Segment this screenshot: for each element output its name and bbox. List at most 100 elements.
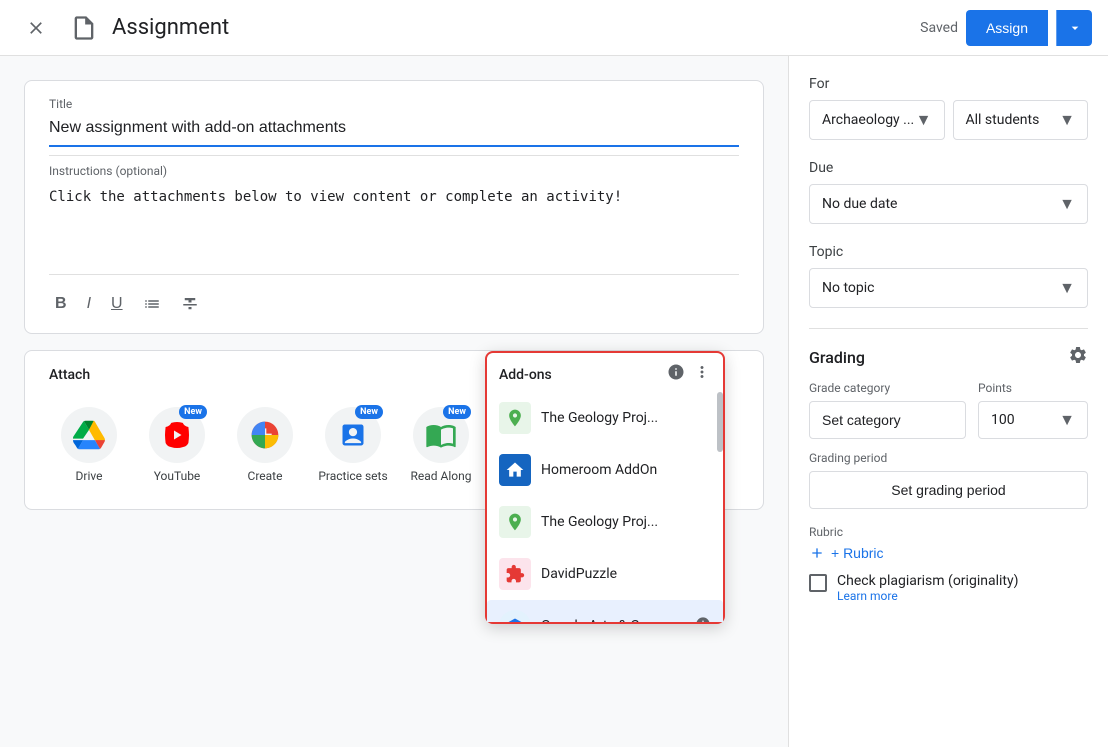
due-label: Due — [809, 160, 1088, 176]
assignment-doc-icon — [68, 12, 100, 44]
assign-button[interactable]: Assign — [966, 10, 1048, 46]
geology1-icon — [499, 402, 531, 434]
addon-item-geology2[interactable]: The Geology Proj... — [487, 496, 723, 548]
attach-card: Attach Drive — [24, 350, 764, 510]
for-label: For — [809, 76, 1088, 92]
rubric-btn-label: + Rubric — [831, 545, 884, 561]
addon-item-davidpuzzle[interactable]: DavidPuzzle — [487, 548, 723, 600]
rubric-label: Rubric — [809, 525, 1088, 539]
drive-label: Drive — [76, 469, 103, 485]
addon-item-homeroom[interactable]: Homeroom AddOn — [487, 444, 723, 496]
create-label: Create — [248, 469, 283, 485]
list-button[interactable] — [137, 291, 167, 317]
points-chevron-icon: ▼ — [1059, 410, 1075, 430]
grade-category-label: Grade category — [809, 381, 966, 395]
attach-item-youtube[interactable]: New YouTube — [137, 399, 217, 493]
grading-gear-icon[interactable] — [1068, 345, 1088, 369]
class-value: Archaeology ... — [822, 112, 914, 128]
add-rubric-button[interactable]: + Rubric — [809, 545, 884, 561]
youtube-icon — [159, 417, 195, 453]
points-label: Points — [978, 381, 1088, 395]
more-vert-icon[interactable] — [693, 363, 711, 386]
set-grading-period-button[interactable]: Set grading period — [809, 471, 1088, 509]
form-divider — [49, 155, 739, 156]
due-select[interactable]: No due date ▼ — [809, 184, 1088, 224]
for-section: For Archaeology ... ▼ All students ▼ — [809, 76, 1088, 140]
drive-icon — [73, 419, 105, 451]
addons-header-icons — [667, 363, 711, 386]
read-along-new-badge: New — [443, 405, 471, 419]
assign-dropdown-button[interactable] — [1056, 10, 1092, 46]
scrollbar-thumb[interactable] — [717, 392, 723, 452]
davidpuzzle-name: DavidPuzzle — [541, 566, 711, 582]
addons-title: Add-ons — [499, 367, 552, 383]
homeroom-name: Homeroom AddOn — [541, 462, 711, 478]
google-arts-icon — [499, 610, 531, 622]
practice-sets-icon-circle: New — [325, 407, 381, 463]
info-icon[interactable] — [667, 363, 685, 386]
due-section: Due No due date ▼ — [809, 160, 1088, 224]
set-category-button[interactable]: Set category — [809, 401, 966, 439]
plagiarism-text-col: Check plagiarism (originality) Learn mor… — [837, 573, 1018, 603]
addons-scroll-wrap: The Geology Proj... Homeroom AddOn — [487, 392, 723, 622]
read-along-icon-circle: New — [413, 407, 469, 463]
close-button[interactable] — [16, 8, 56, 48]
youtube-label: YouTube — [154, 469, 201, 485]
topic-chevron-icon: ▼ — [1059, 278, 1075, 298]
italic-button[interactable]: I — [81, 291, 97, 317]
youtube-icon-circle: New — [149, 407, 205, 463]
topic-select[interactable]: No topic ▼ — [809, 268, 1088, 308]
plagiarism-checkbox[interactable] — [809, 574, 827, 592]
geology2-icon — [499, 506, 531, 538]
grading-divider — [809, 328, 1088, 329]
points-select[interactable]: 100 ▼ — [978, 401, 1088, 439]
close-icon — [26, 18, 46, 38]
class-chevron-icon: ▼ — [916, 110, 932, 130]
read-along-label: Read Along — [411, 469, 472, 485]
topic-section: Topic No topic ▼ — [809, 244, 1088, 308]
create-icon-circle — [237, 407, 293, 463]
attach-item-drive[interactable]: Drive — [49, 399, 129, 493]
left-panel: Title Instructions (optional) Click the … — [0, 56, 788, 747]
strikethrough-button[interactable] — [175, 291, 205, 317]
addon-item-google-arts[interactable]: Google Arts & Cu... — [487, 600, 723, 622]
title-input[interactable] — [49, 115, 739, 147]
google-arts-name: Google Arts & Cu... — [541, 618, 685, 622]
header-left: Assignment — [16, 8, 920, 48]
attach-item-create[interactable]: Create — [225, 399, 305, 493]
bold-button[interactable]: B — [49, 291, 73, 317]
underline-button[interactable]: U — [105, 291, 129, 317]
plus-icon — [809, 545, 825, 561]
drive-icon-circle — [61, 407, 117, 463]
addons-list: The Geology Proj... Homeroom AddOn — [487, 392, 723, 622]
addon-item-geology1[interactable]: The Geology Proj... — [487, 392, 723, 444]
page-title: Assignment — [112, 15, 229, 40]
points-col: Points 100 ▼ — [978, 381, 1088, 439]
students-select[interactable]: All students ▼ — [953, 100, 1089, 140]
grading-title: Grading — [809, 348, 865, 367]
grading-title-row: Grading — [809, 345, 1088, 369]
right-panel: For Archaeology ... ▼ All students ▼ Due… — [788, 56, 1108, 747]
grading-period-label: Grading period — [809, 451, 1088, 465]
title-label: Title — [49, 97, 739, 111]
google-arts-info-icon[interactable] — [695, 616, 711, 622]
chevron-down-icon — [1067, 20, 1083, 36]
main-content: Title Instructions (optional) Click the … — [0, 56, 1108, 747]
due-chevron-icon: ▼ — [1059, 194, 1075, 214]
instructions-input[interactable]: Click the attachments below to view cont… — [49, 182, 739, 262]
header-right: Saved Assign — [920, 10, 1092, 46]
homeroom-icon — [499, 454, 531, 486]
instructions-label: Instructions (optional) — [49, 164, 739, 178]
document-icon — [70, 14, 98, 42]
header: Assignment Saved Assign — [0, 0, 1108, 56]
attach-item-read-along[interactable]: New Read Along — [401, 399, 481, 493]
learn-more-link[interactable]: Learn more — [837, 589, 1018, 603]
students-value: All students — [966, 112, 1040, 128]
attach-item-practice-sets[interactable]: New Practice sets — [313, 399, 393, 493]
instructions-field-group: Instructions (optional) Click the attach… — [49, 164, 739, 266]
grading-period-section: Grading period Set grading period — [809, 451, 1088, 509]
grade-row: Grade category Set category Points 100 ▼ — [809, 381, 1088, 439]
practice-sets-label: Practice sets — [318, 469, 387, 485]
rubric-section: Rubric + Rubric — [809, 525, 1088, 561]
class-select[interactable]: Archaeology ... ▼ — [809, 100, 945, 140]
